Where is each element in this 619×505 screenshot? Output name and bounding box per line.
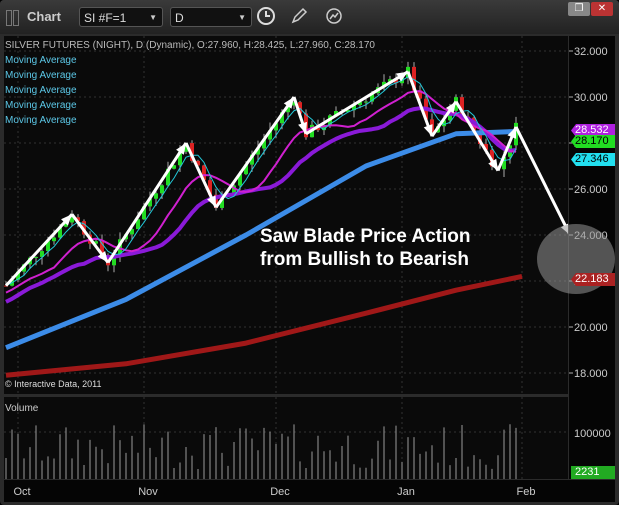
candle (52, 237, 56, 242)
y-tick-label: 30.000 (574, 92, 608, 104)
arrowhead-icon (423, 124, 433, 137)
drag-grip[interactable] (13, 10, 19, 26)
y-tick-label: 32.000 (574, 46, 608, 58)
close-button[interactable]: ✕ (591, 2, 613, 16)
pencil-icon[interactable] (290, 7, 308, 29)
x-tick-label: Dec (270, 486, 290, 498)
y-tick-label: 18.000 (574, 368, 608, 380)
study-label[interactable]: Moving Average (5, 85, 77, 96)
candle (34, 256, 38, 258)
ma-line-red (5, 273, 523, 378)
x-tick-label: Feb (517, 486, 536, 498)
price-label: 28.170 (571, 135, 615, 148)
window-title: Chart (27, 9, 61, 24)
x-tick-label: Nov (138, 486, 158, 498)
toolbar: Chart SI #F=1 ▼ D ▼ ❐ ✕ (0, 0, 619, 34)
date-axis[interactable]: Oct Nov Dec Jan Feb (4, 480, 615, 502)
price-label: 22.183 (571, 273, 615, 286)
annotation-line-1: Saw Blade Price Action (260, 226, 471, 247)
candle (160, 185, 164, 194)
chevron-down-icon: ▼ (149, 13, 157, 22)
y-tick-label: 20.000 (574, 322, 608, 334)
clock-icon[interactable] (256, 6, 276, 30)
volume-tick-label: 100000 (574, 428, 611, 440)
candle (364, 101, 368, 103)
volume-last-label: 2231 (571, 466, 615, 479)
y-tick-label: 26.000 (574, 184, 608, 196)
x-tick-label: Oct (13, 486, 30, 498)
x-tick-label: Jan (397, 486, 415, 498)
price-chart[interactable] (4, 36, 572, 394)
symbol-select[interactable]: SI #F=1 ▼ (79, 7, 163, 27)
volume-label: Volume (5, 403, 39, 414)
interval-value: D (175, 11, 184, 25)
restore-button[interactable]: ❐ (568, 2, 590, 16)
study-label[interactable]: Moving Average (5, 115, 77, 126)
arrow-line (106, 142, 188, 264)
interval-select[interactable]: D ▼ (170, 7, 252, 27)
study-label[interactable]: Moving Average (5, 100, 77, 111)
copyright: © Interactive Data, 2011 (5, 379, 102, 389)
annotation-line-2: from Bullish to Bearish (260, 249, 470, 270)
symbol-info: SILVER FUTURES (NIGHT), D (Dynamic), O:2… (5, 40, 375, 51)
candle (154, 193, 158, 199)
drag-grip[interactable] (6, 10, 12, 26)
indicator-icon[interactable] (325, 7, 343, 29)
symbol-value: SI #F=1 (84, 11, 127, 25)
chart-window: Chart SI #F=1 ▼ D ▼ ❐ ✕ SILVER FUTURES (NI… (0, 0, 619, 505)
study-label[interactable]: Moving Average (5, 70, 77, 81)
study-label[interactable]: Moving Average (5, 55, 77, 66)
volume-panel[interactable] (4, 397, 568, 479)
chevron-down-icon: ▼ (238, 13, 246, 22)
price-label: 27.346 (571, 153, 615, 166)
